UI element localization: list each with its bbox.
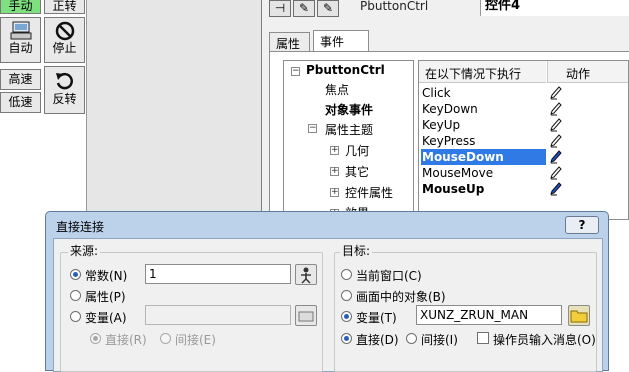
person-icon (301, 267, 311, 284)
auto-button[interactable]: 自动 (0, 17, 41, 63)
target-indirect-label: 间接(I) (421, 333, 458, 347)
tree-item-property-topics[interactable]: 属性主题 (325, 121, 373, 138)
collapse-toggle[interactable]: − (308, 124, 317, 133)
constant-value-input[interactable]: 1 (145, 264, 291, 284)
target-group-label: 目标: (340, 242, 373, 259)
event-list: 在以下情况下执行 动作 Click KeyDown KeyUp KeyPress Mou… (418, 60, 629, 220)
source-property-label: 属性(P) (85, 290, 126, 304)
manual-button[interactable]: 手动 (0, 0, 41, 14)
folder-icon (570, 310, 588, 323)
tree-item-object-events[interactable]: 对象事件 (325, 101, 373, 118)
tab-events[interactable]: 事件 (313, 30, 369, 52)
target-variable-label: 变量(T) (356, 311, 397, 325)
source-variable-browse-button[interactable] (295, 305, 317, 326)
event-row[interactable]: MouseDown (421, 149, 546, 165)
event-tree: − PbuttonCtrl 焦点 对象事件 − 属性主题 + 几何 + 其它 +… (283, 60, 414, 220)
tree-item-geometry[interactable]: 几何 (345, 142, 369, 159)
operator-input-checkbox[interactable] (477, 332, 489, 344)
event-row[interactable]: MouseUp (421, 181, 546, 197)
event-list-header: 动作 (547, 61, 628, 83)
pencil-icon: ✎ (298, 1, 310, 15)
event-row[interactable]: KeyPress (421, 133, 546, 149)
source-group-label: 来源: (68, 242, 101, 259)
target-object-label: 画面中的对象(B) (356, 290, 446, 304)
stop-button[interactable]: 停止 (44, 17, 85, 63)
target-variable-browse-button[interactable] (568, 305, 590, 326)
target-direct-radio[interactable] (341, 333, 352, 344)
folder-icon (298, 311, 314, 322)
target-indirect-radio[interactable] (406, 333, 417, 344)
source-direct-label: 直接(R) (105, 333, 147, 347)
dialog-client: 来源: 常数(N) 1 属性(P) 变量(A) 直接(R) 间接(E) 目标: … (53, 238, 603, 372)
properties-toolbar: ⊣ ✎ ✎ (269, 0, 359, 18)
collapse-toggle[interactable]: − (291, 67, 300, 76)
event-list-header: 在以下情况下执行 (419, 61, 546, 83)
action-pencil-icon[interactable] (550, 86, 562, 100)
source-variable-label: 变量(A) (85, 311, 127, 325)
reverse-label: 反转 (52, 92, 77, 106)
source-indirect-radio[interactable] (160, 333, 171, 344)
tree-item-misc[interactable]: 其它 (345, 163, 369, 180)
target-object-radio[interactable] (341, 290, 352, 301)
column-header-action: 动作 (566, 67, 591, 81)
action-pencil-icon[interactable] (550, 102, 562, 116)
source-direct-radio[interactable] (90, 333, 101, 344)
pin-icon: ⊣ (274, 1, 286, 15)
action-pencil-icon[interactable] (550, 166, 562, 180)
expand-toggle[interactable]: + (330, 188, 339, 197)
high-speed-button[interactable]: 高速 (0, 69, 41, 90)
properties-tabs: 属性 事件 (269, 30, 629, 52)
target-current-window-label: 当前窗口(C) (356, 269, 422, 283)
computer-icon (10, 21, 31, 40)
edit-dynamic-button[interactable]: ✎ (317, 0, 339, 17)
pencil-icon: ✎ (322, 1, 334, 15)
stop-label: 停止 (52, 41, 77, 55)
target-current-window-radio[interactable] (341, 269, 352, 280)
tab-properties[interactable]: 属性 (269, 32, 310, 52)
forward-button[interactable]: 正转 (44, 0, 85, 14)
control-type-label: PbuttonCtrl (360, 0, 470, 14)
expand-toggle[interactable]: + (330, 146, 339, 155)
tree-item-control-properties[interactable]: 控件属性 (345, 184, 393, 201)
rotate-left-icon (55, 72, 73, 90)
tree-root[interactable]: PbuttonCtrl (306, 63, 385, 77)
target-direct-label: 直接(D) (356, 333, 399, 347)
control-name-field: 控件4 (480, 0, 629, 16)
column-header-condition: 在以下情况下执行 (425, 67, 522, 81)
source-property-radio[interactable] (70, 290, 81, 301)
low-speed-button[interactable]: 低速 (0, 92, 41, 113)
action-pencil-icon[interactable] (550, 134, 562, 148)
action-pencil-icon[interactable] (550, 182, 562, 196)
source-variable-input[interactable] (145, 305, 291, 325)
action-pencil-icon[interactable] (550, 118, 562, 132)
event-row[interactable]: MouseMove (421, 165, 546, 181)
tree-item-focus[interactable]: 焦点 (325, 81, 349, 98)
source-variable-radio[interactable] (70, 311, 81, 322)
target-variable-radio[interactable] (341, 311, 352, 322)
source-constant-radio[interactable] (70, 269, 81, 280)
source-indirect-label: 间接(E) (175, 333, 216, 347)
event-row[interactable]: KeyUp (421, 117, 546, 133)
direct-connection-dialog: 直接连接 ? 来源: 常数(N) 1 属性(P) 变量(A) 直接(R) 间接(… (45, 211, 609, 372)
help-button[interactable]: ? (565, 216, 599, 234)
expand-toggle[interactable]: + (330, 167, 339, 176)
dialog-title: 直接连接 (56, 220, 105, 234)
event-row[interactable]: Click (421, 85, 546, 101)
event-row[interactable]: KeyDown (421, 101, 546, 117)
stop-icon (55, 21, 74, 41)
pin-button[interactable]: ⊣ (269, 0, 291, 17)
constant-picker-button[interactable] (295, 264, 317, 285)
action-pencil-icon[interactable] (550, 150, 562, 164)
target-variable-input[interactable]: XUNZ_ZRUN_MAN (416, 305, 562, 325)
auto-label: 自动 (8, 41, 33, 55)
edit-action-button[interactable]: ✎ (293, 0, 315, 17)
reverse-button[interactable]: 反转 (44, 66, 85, 114)
source-constant-label: 常数(N) (85, 269, 128, 283)
operator-input-label: 操作员输入消息(O) (493, 333, 596, 347)
